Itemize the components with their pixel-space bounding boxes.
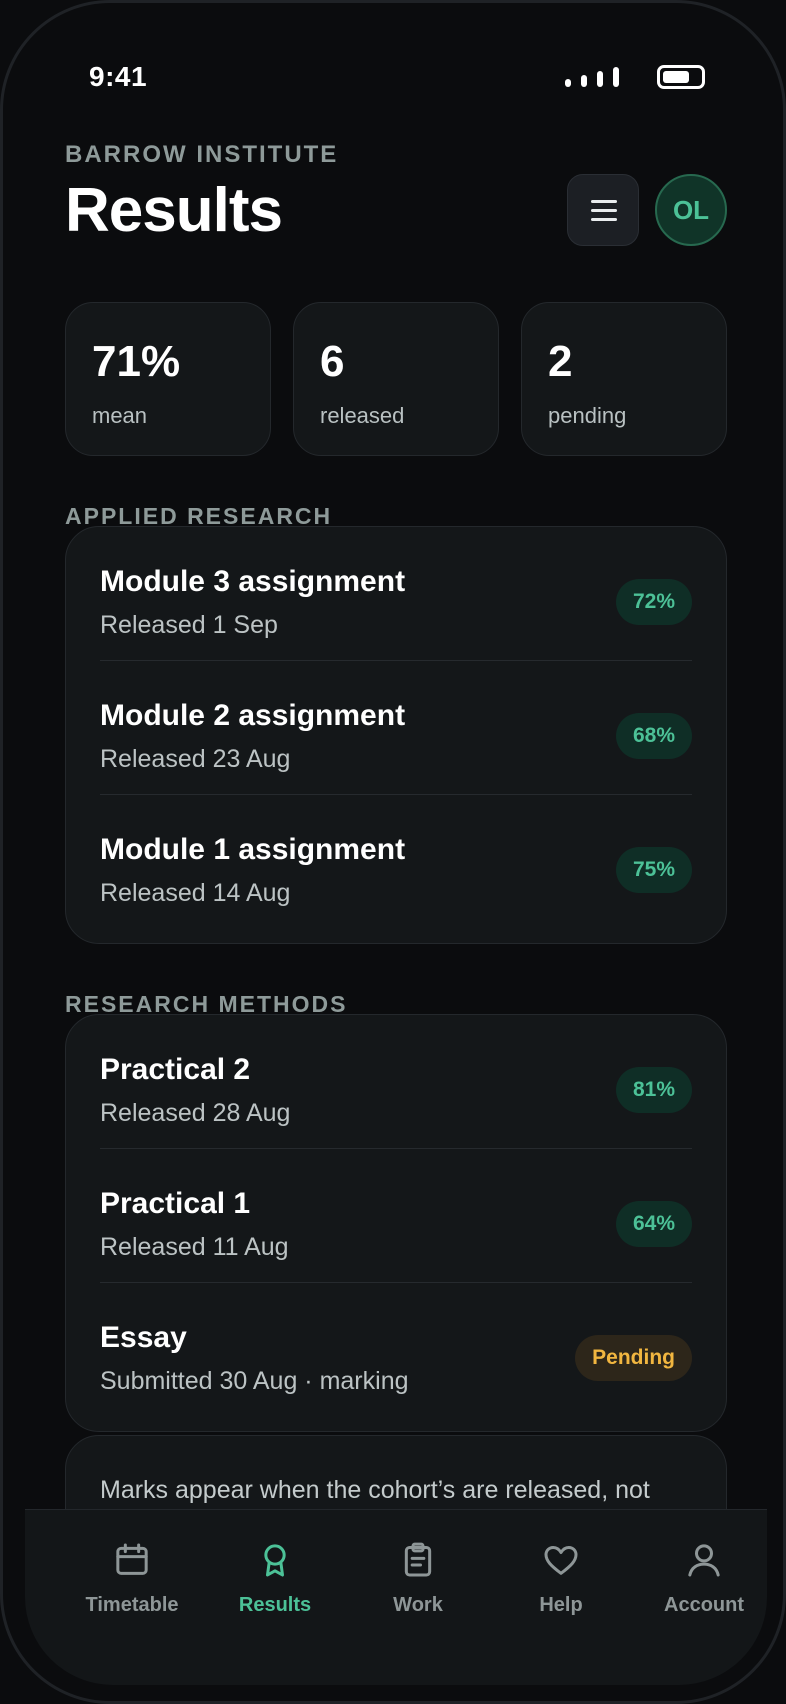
tab-timetable[interactable]: Timetable [61,1540,203,1617]
result-subtitle: Released 28 Aug [100,1099,291,1127]
grade-badge: 68% [615,713,692,759]
stat-value: 6 [320,337,345,386]
tab-label: Work [393,1594,443,1616]
result-row[interactable]: Module 1 assignment Released 14 Aug 75% [100,795,692,929]
tab-label: Help [539,1594,583,1616]
result-subtitle: Released 14 Aug [100,879,291,907]
result-row[interactable]: Practical 1 Released 11 Aug 64% [100,1149,692,1283]
tab-account[interactable]: Account [633,1540,775,1617]
result-row[interactable]: Module 3 assignment Released 1 Sep 72% [100,527,692,661]
menu-button[interactable] [567,174,639,246]
status-bar: 9:41 [89,55,705,99]
grade-badge: 75% [615,847,692,893]
avatar[interactable]: OL [655,174,727,246]
tab-label: Results [238,1594,312,1616]
result-subtitle: Released 1 Sep [100,611,278,639]
battery-icon [657,65,705,89]
tab-results[interactable]: Results [204,1540,346,1617]
institution-name: BARROW INSTITUTE [65,141,339,168]
result-title: Module 2 assignment [100,699,406,732]
award-icon [264,1544,286,1577]
status-time: 9:41 [89,61,148,92]
stat-value: 2 [548,337,573,386]
signal-icon [565,67,619,87]
stat-label: released [320,403,405,428]
results-card-research-methods: Practical 2 Released 28 Aug 81% Practica… [65,1014,727,1432]
stat-card-mean: 71% mean [65,302,271,456]
pending-badge: Pending [575,1335,692,1381]
tab-bar: Timetable Results Work Help Account [25,1509,767,1685]
result-subtitle: Released 11 Aug [100,1233,289,1261]
result-subtitle: Released 23 Aug [100,745,291,773]
result-subtitle: Submitted 30 Aug · marking [100,1367,409,1395]
stat-card-released: 6 released [293,302,499,456]
info-note-text: Marks appear when the cohort’s are relea… [100,1476,650,1504]
calendar-icon [116,1543,148,1575]
user-icon [688,1544,720,1577]
phone-screen: 9:41 BARROW INSTITUTE Results OL 71% mea… [0,0,786,1704]
result-title: Module 1 assignment [100,833,406,866]
heart-icon [544,1546,578,1575]
result-row[interactable]: Module 2 assignment Released 23 Aug 68% [100,661,692,795]
tab-label: Timetable [85,1594,179,1616]
tab-label: Account [664,1594,744,1616]
result-row[interactable]: Essay Submitted 30 Aug · marking Pending [100,1283,692,1417]
stat-label: pending [548,403,627,428]
page-title: Results [65,176,283,245]
grade-badge: 81% [615,1067,692,1113]
stat-label: mean [92,403,148,428]
stat-value: 71% [92,337,181,386]
tab-work[interactable]: Work [347,1540,489,1617]
result-title: Module 3 assignment [100,565,406,598]
result-row[interactable]: Practical 2 Released 28 Aug 81% [100,1015,692,1149]
grade-badge: 64% [615,1201,692,1247]
grade-badge: 72% [615,579,692,625]
result-title: Practical 1 [100,1187,251,1220]
results-card-applied-research: Module 3 assignment Released 1 Sep 72% M… [65,526,727,944]
tab-help[interactable]: Help [490,1540,632,1617]
result-title: Essay [100,1321,187,1354]
result-title: Practical 2 [100,1053,251,1086]
clipboard-icon [404,1542,432,1577]
menu-icon [591,200,617,203]
stat-card-pending: 2 pending [521,302,727,456]
